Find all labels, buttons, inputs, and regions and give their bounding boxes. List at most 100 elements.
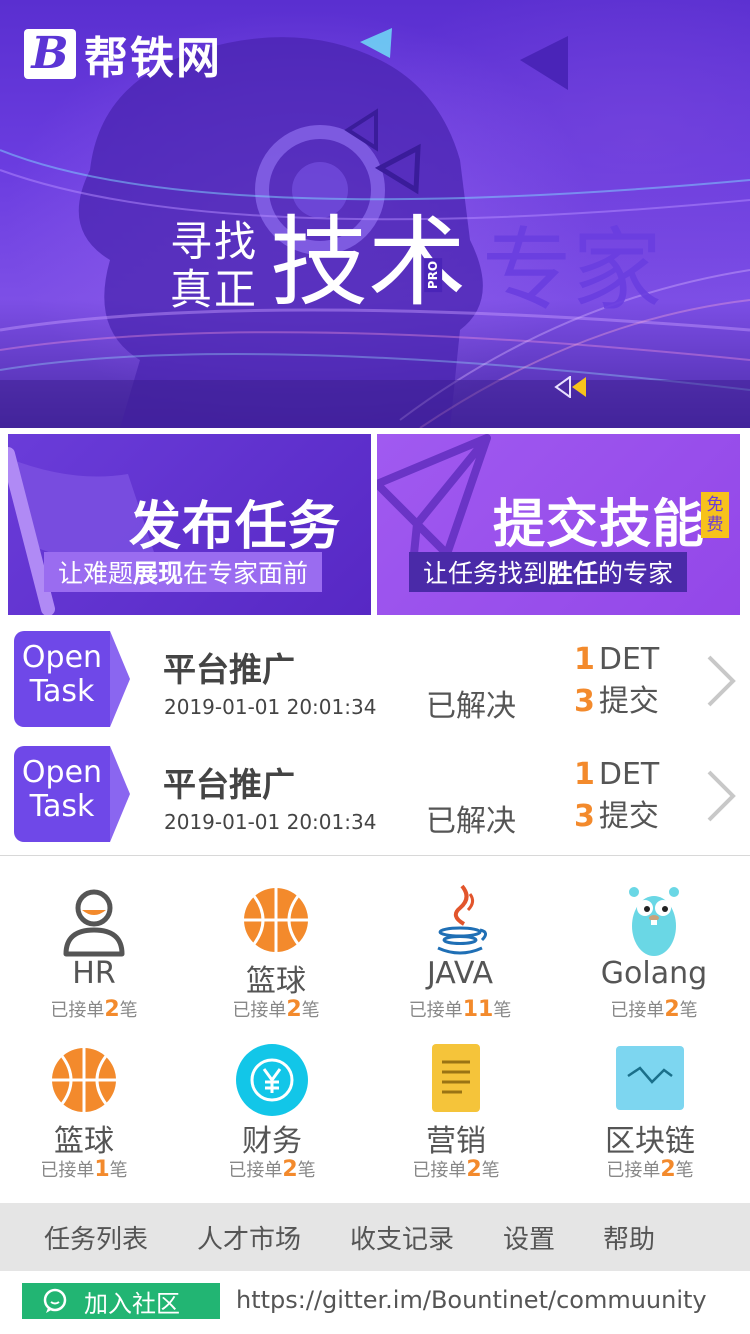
count-prefix: 已接单 (40, 1160, 95, 1181)
slogan-tail: 专家 (482, 218, 662, 323)
category-name: HR (72, 956, 116, 991)
task-time: 2019-01-01 20:01:34 (164, 695, 377, 719)
category-count: 已接单2笔 (362, 1156, 550, 1182)
task-submissions: 3 提交 (574, 681, 659, 723)
category-blockchain[interactable]: 区块链 已接单2笔 (556, 1018, 744, 1182)
reward-amount: 1 (574, 642, 595, 677)
app-logo[interactable]: B 帮铁网 (24, 22, 222, 86)
nav-transactions[interactable]: 收支记录 (350, 1219, 454, 1256)
reward-unit: DET (598, 642, 660, 677)
category-count: 已接单1笔 (0, 1156, 178, 1182)
submit-skill-title: 提交技能 (493, 495, 706, 555)
reward-unit: DET (598, 757, 660, 792)
category-java[interactable]: JAVA 已接单11笔 (366, 858, 554, 1022)
submission-count: 3 (574, 684, 595, 719)
submit-skill-banner[interactable]: 提交技能 免费 让任务找到胜任的专家 (377, 434, 740, 615)
task-title: 平台推广 (163, 765, 295, 804)
category-basketball[interactable]: 篮球 已接单1笔 (0, 1018, 178, 1182)
publish-sub-pre: 让难题 (58, 559, 134, 588)
join-community-label: 加入社区 (84, 1289, 180, 1318)
task-list: Open Task 平台推广 2019-01-01 20:01:34 已解决 1D… (0, 625, 750, 856)
category-name: JAVA (426, 956, 494, 991)
chevron-right-icon[interactable] (703, 768, 739, 824)
submission-count: 3 (574, 799, 595, 834)
category-golang[interactable]: Golang 已接单2笔 (560, 858, 748, 1022)
gopher-icon (629, 887, 679, 956)
task-stats: 1 DET 3 提交 (574, 639, 659, 723)
yen-coin-icon (236, 1044, 308, 1116)
submit-skill-subtitle: 让任务找到胜任的专家 (409, 552, 688, 592)
nav-settings[interactable]: 设置 (503, 1219, 555, 1256)
count-suffix: 笔 (109, 1160, 128, 1181)
count-prefix: 已接单 (606, 1160, 661, 1181)
count-suffix: 笔 (297, 1160, 316, 1181)
chat-bubble-icon (43, 1288, 67, 1313)
category-name: 营销 (426, 1124, 486, 1159)
category-name: Golang (600, 956, 708, 991)
slogan-line-2: 真正 (170, 265, 259, 314)
category-name: 财务 (242, 1124, 302, 1159)
category-hr[interactable]: HR 已接单2笔 (0, 858, 188, 1022)
community-bar: 加入社区 https://gitter.im/Bountinet/commuun… (0, 1272, 750, 1334)
task-status: 已解决 (426, 689, 516, 724)
category-count: 已接单2笔 (178, 1156, 366, 1182)
category-marketing[interactable]: 营销 已接单2笔 (362, 1018, 550, 1182)
java-icon (437, 884, 487, 955)
pro-tag: PRO (424, 257, 443, 293)
logo-text: 帮铁网 (84, 33, 222, 84)
carousel-rewind-icon[interactable] (554, 376, 588, 398)
badge-line-2: Task (29, 789, 95, 824)
community-link[interactable]: https://gitter.im/Bountinet/commuunity (236, 1286, 707, 1314)
category-name: 区块链 (605, 1124, 695, 1159)
bottom-nav: 任务列表 人才市场 收支记录 设置 帮助 (0, 1203, 750, 1271)
category-count: 已接单2笔 (556, 1156, 744, 1182)
badge-tip (110, 631, 130, 727)
category-basketball[interactable]: 篮球 已接单2笔 (182, 858, 370, 1022)
open-task-badge: Open Task (14, 746, 130, 842)
chevron-right-icon[interactable] (703, 653, 739, 709)
badge-tip (110, 746, 130, 842)
count-prefix: 已接单 (412, 1160, 467, 1181)
user-icon (63, 889, 125, 957)
task-row[interactable]: Open Task 平台推广 2019-01-01 20:01:34 已解决 1D… (0, 625, 750, 739)
submit-sub-post: 的专家 (598, 559, 674, 588)
task-reward: 1 DET (574, 754, 659, 796)
count-number: 1 (94, 1157, 110, 1182)
hero-banner[interactable]: B 帮铁网 寻找 真正 技术 PRO 专家 (0, 0, 750, 428)
join-community-button[interactable]: 加入社区 (22, 1283, 220, 1319)
category-name: 篮球 (246, 964, 306, 999)
open-task-badge: Open Task (14, 631, 130, 727)
publish-sub-bold: 展现 (133, 559, 184, 588)
category-finance[interactable]: 财务 已接单2笔 (178, 1018, 366, 1182)
publish-sub-post: 在专家面前 (183, 559, 309, 588)
count-suffix: 笔 (481, 1160, 500, 1181)
free-badge: 免费 (701, 492, 729, 538)
task-row[interactable]: Open Task 平台推广 2019-01-01 20:01:34 已解决 1D… (0, 740, 750, 854)
submission-unit: 提交 (598, 799, 659, 834)
slogan-line-1: 寻找 (170, 217, 259, 266)
nav-task-list[interactable]: 任务列表 (44, 1219, 148, 1256)
submit-sub-bold: 胜任 (548, 559, 599, 588)
badge-line-2: Task (29, 674, 95, 709)
basketball-icon (244, 888, 308, 952)
task-status: 已解决 (426, 804, 516, 839)
badge-line-1: Open (21, 640, 103, 675)
submission-unit: 提交 (598, 684, 659, 719)
nav-help[interactable]: 帮助 (603, 1219, 655, 1256)
nav-talent-market[interactable]: 人才市场 (197, 1219, 301, 1256)
category-grid: HR 已接单2笔 篮球 已接单2笔 JAVA 已接单11笔 Golang 已接单… (0, 858, 750, 1202)
logo-mark-icon: B (24, 29, 76, 79)
task-reward: 1 DET (574, 639, 659, 681)
publish-task-title: 发布任务 (128, 497, 341, 557)
category-name: 篮球 (54, 1124, 114, 1159)
badge-text: Open Task (14, 641, 110, 709)
submit-sub-pre: 让任务找到 (423, 559, 549, 588)
task-stats: 1 DET 3 提交 (574, 754, 659, 838)
publish-task-banner[interactable]: 发布任务 让难题展现在专家面前 (8, 434, 371, 615)
badge-text: Open Task (14, 756, 110, 824)
publish-task-subtitle: 让难题展现在专家面前 (44, 552, 323, 592)
task-submissions: 3 提交 (574, 796, 659, 838)
count-number: 2 (660, 1157, 676, 1182)
badge-line-1: Open (21, 755, 103, 790)
count-number: 2 (466, 1157, 482, 1182)
